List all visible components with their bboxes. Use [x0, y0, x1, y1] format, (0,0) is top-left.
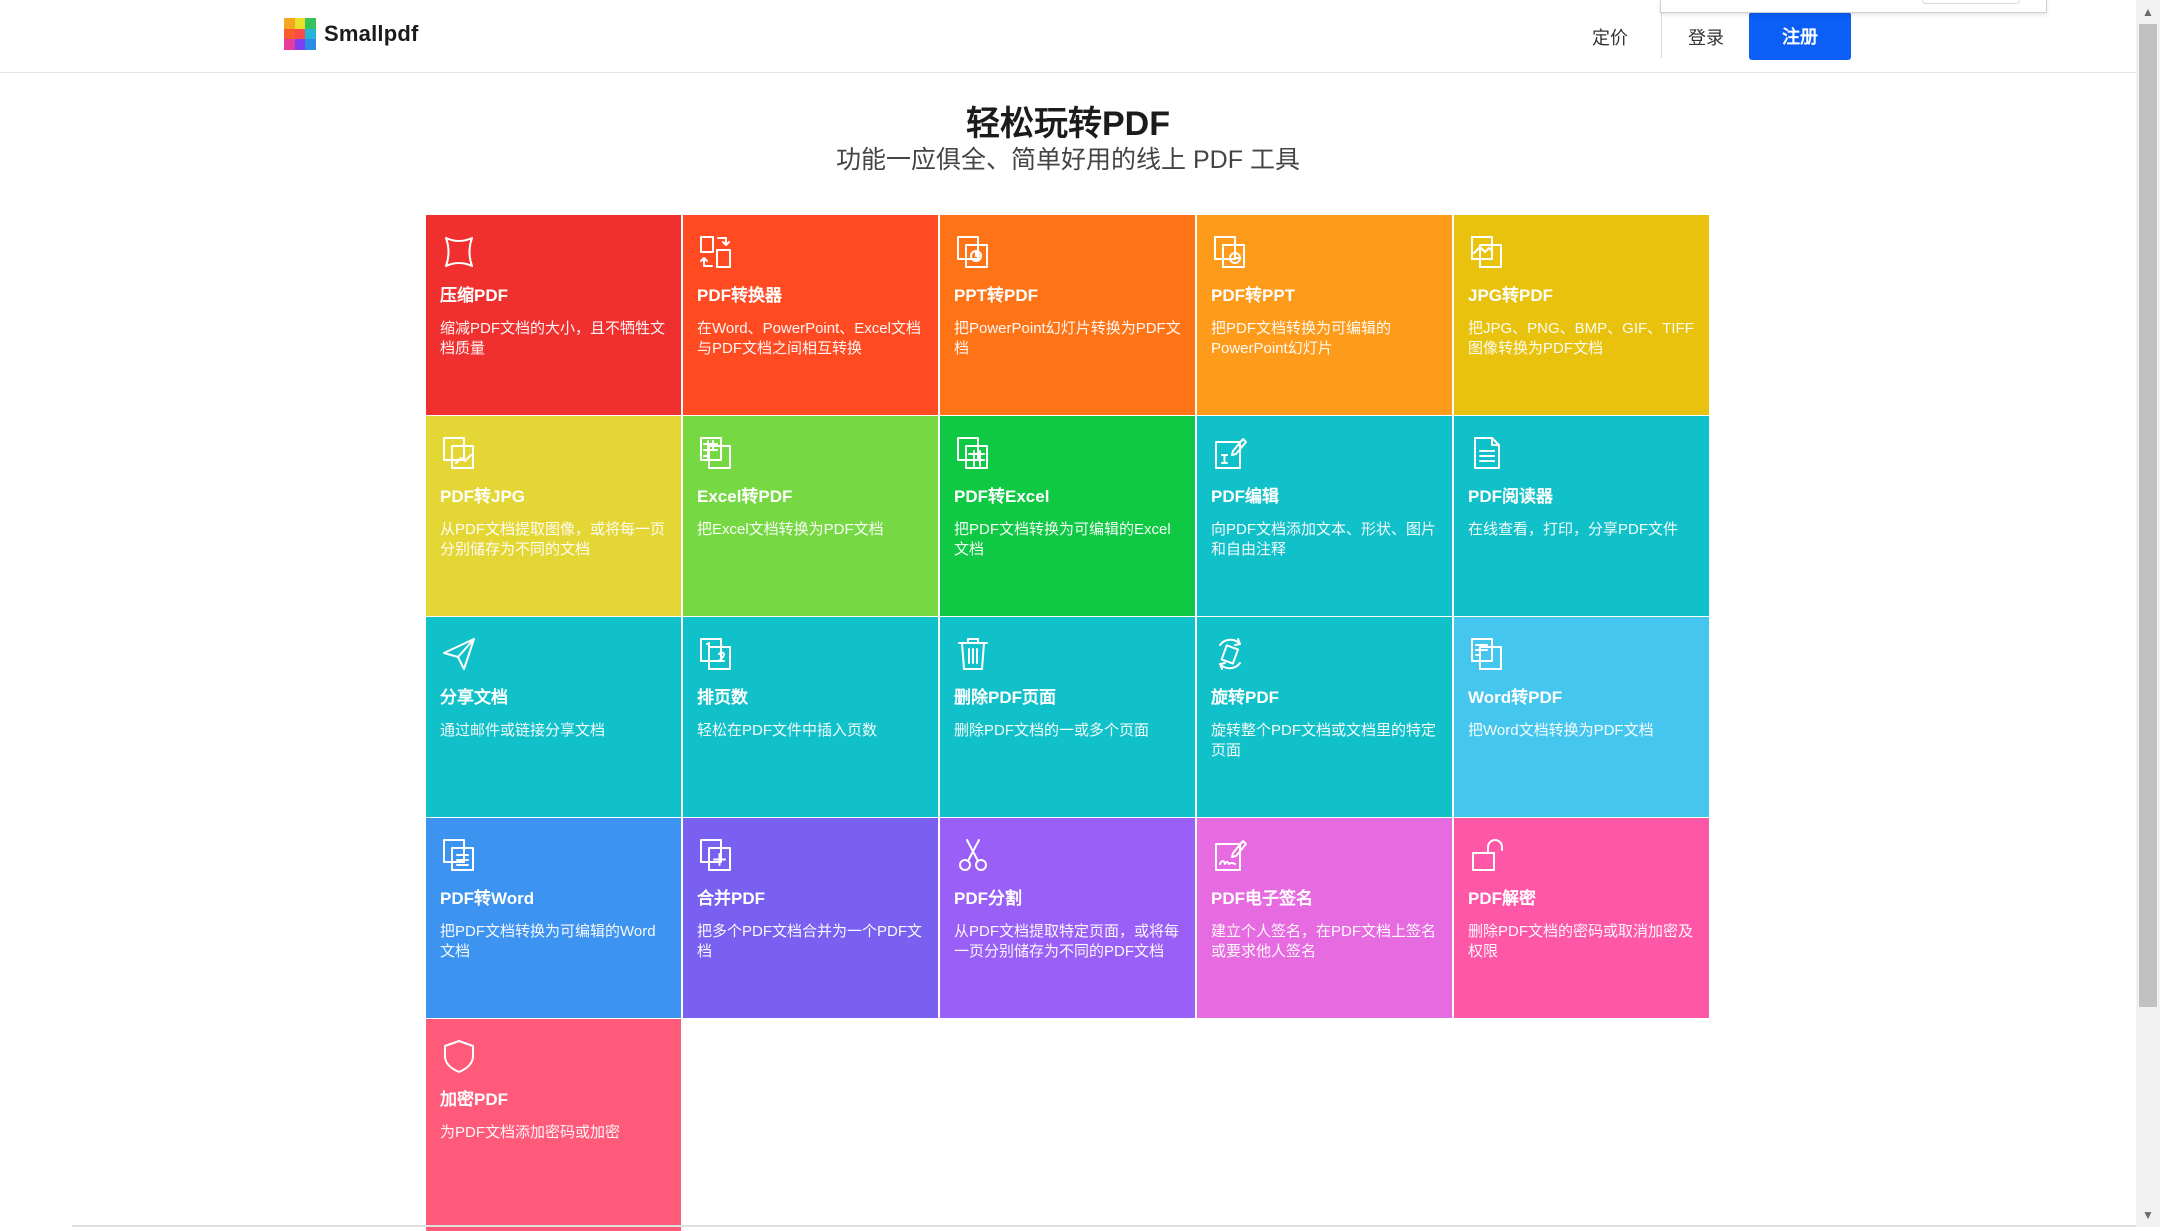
dropdown-popup-button[interactable] — [1922, 0, 2020, 4]
unlock-icon — [1468, 836, 1506, 874]
tool-tile[interactable]: PDF转Excel 把PDF文档转换为可编辑的Excel文档 — [940, 416, 1195, 616]
tool-title: 旋转PDF — [1211, 688, 1279, 707]
edit-pdf-icon — [1211, 434, 1249, 472]
tool-tile[interactable]: 删除PDF页面删除PDF文档的一或多个页面 — [940, 617, 1195, 817]
convert-icon — [697, 233, 735, 271]
tool-title: 排页数 — [697, 688, 748, 707]
tool-title: 合并PDF — [697, 889, 765, 908]
tool-description: 把PDF文档转换为可编辑的Excel文档 — [954, 521, 1171, 558]
scrollbar-thumb[interactable] — [2139, 24, 2157, 1007]
word-to-pdf-icon — [1468, 635, 1506, 673]
tool-description: 把PowerPoint幻灯片转换为PDF文档 — [954, 320, 1181, 357]
tool-title: PDF编辑 — [1211, 487, 1279, 506]
tool-tile[interactable]: 旋转PDF 旋转整个PDF文档或文档里的特定页面 — [1197, 617, 1452, 817]
tool-tile[interactable]: 分享文档通过邮件或链接分享文档 — [426, 617, 681, 817]
tool-tile[interactable]: PDF分割从PDF文档提取特定页面，或将每一页分别储存为不同的PDF文档 — [940, 818, 1195, 1018]
esign-icon — [1211, 836, 1249, 874]
tool-title: PDF转JPG — [440, 487, 526, 506]
pdf-to-ppt-icon — [1211, 233, 1249, 271]
tool-description: 把PDF文档转换为可编辑的PowerPoint幻灯片 — [1211, 320, 1392, 357]
share-icon — [440, 635, 478, 673]
tool-description: 为PDF文档添加密码或加密 — [440, 1124, 621, 1141]
pdf-to-jpg-icon — [440, 434, 478, 472]
tool-title: 加密PDF — [440, 1090, 508, 1109]
tool-description: 把Excel文档转换为PDF文档 — [697, 521, 884, 538]
vertical-scrollbar[interactable]: ▲ ▼ — [2136, 0, 2160, 1227]
tool-tile[interactable]: PDF解密删除PDF文档的密码或取消加密及权限 — [1454, 818, 1709, 1018]
nav-pricing-link[interactable]: 定价 — [1592, 24, 1628, 50]
page-title: 轻松玩转PDF — [966, 105, 1170, 143]
tool-title: PPT转PDF — [954, 286, 1039, 305]
tool-title: PDF电子签名 — [1211, 889, 1313, 908]
tool-description: 把多个PDF文档合并为一个PDF文档 — [697, 923, 923, 960]
nav-login-link[interactable]: 登录 — [1688, 24, 1724, 50]
tool-tile[interactable]: PPT转PDF 把PowerPoint幻灯片转换为PDF文档 — [940, 215, 1195, 415]
tool-title: 分享文档 — [440, 688, 508, 707]
tool-description: 轻松在PDF文件中插入页数 — [697, 722, 878, 739]
scissors-icon — [954, 836, 992, 874]
tool-tile[interactable]: 排页数轻松在PDF文件中插入页数 — [683, 617, 938, 817]
tool-description: 缩减PDF文档的大小，且不牺牲文档质量 — [440, 320, 666, 357]
tool-description: 把Word文档转换为PDF文档 — [1468, 722, 1654, 739]
tool-title: PDF阅读器 — [1468, 487, 1553, 506]
tool-title: 删除PDF页面 — [954, 688, 1056, 707]
tool-tile[interactable]: PDF编辑向PDF文档添加文本、形状、图片和自由注释 — [1197, 416, 1452, 616]
scroll-down-arrow-icon[interactable]: ▼ — [2136, 1203, 2160, 1227]
tool-description: 向PDF文档添加文本、形状、图片和自由注释 — [1211, 521, 1437, 558]
pdf-to-word-icon — [440, 836, 478, 874]
signup-button[interactable]: 注册 — [1749, 12, 1851, 60]
tool-title: Word转PDF — [1468, 688, 1563, 707]
tool-tile[interactable]: PDF转JPG 从PDF文档提取图像，或将每一页分别储存为不同的文档 — [426, 416, 681, 616]
tool-tile[interactable]: Excel转PDF 把Excel文档转换为PDF文档 — [683, 416, 938, 616]
tool-title: JPG转PDF — [1468, 286, 1554, 305]
pdf-to-excel-icon — [954, 434, 992, 472]
tool-description: 把JPG、PNG、BMP、GIF、TIFF图像转换为PDF文档 — [1468, 320, 1694, 357]
logo-mark-icon — [284, 18, 316, 50]
rotate-icon — [1211, 635, 1249, 673]
tool-tile[interactable]: PDF电子签名建立个人签名，在PDF文档上签名或要求他人签名 — [1197, 818, 1452, 1018]
excel-to-pdf-icon — [697, 434, 735, 472]
tool-tile[interactable]: PDF阅读器在线查看，打印，分享PDF文件 — [1454, 416, 1709, 616]
shield-icon — [440, 1037, 478, 1075]
trash-icon — [954, 635, 992, 673]
tool-tile[interactable]: PDF转换器在Word、PowerPoint、Excel文档与PDF文档之间相互… — [683, 215, 938, 415]
tool-description: 从PDF文档提取特定页面，或将每一页分别储存为不同的PDF文档 — [954, 923, 1180, 960]
brand-logo[interactable]: Smallpdf — [284, 18, 419, 50]
tool-title: PDF转Excel — [954, 487, 1050, 506]
tool-title: PDF转PPT — [1211, 286, 1296, 305]
tool-title: Excel转PDF — [697, 487, 793, 506]
tool-tile[interactable]: JPG转PDF 把JPG、PNG、BMP、GIF、TIFF图像转换为PDF文档 — [1454, 215, 1709, 415]
tool-description: 从PDF文档提取图像，或将每一页分别储存为不同的文档 — [440, 521, 666, 558]
tool-description: 旋转整个PDF文档或文档里的特定页面 — [1211, 722, 1437, 759]
page-subtitle: 功能一应俱全、简单好用的线上 PDF 工具 — [836, 146, 1300, 174]
jpg-to-pdf-icon — [1468, 233, 1506, 271]
tools-grid: 压缩PDF 缩减PDF文档的大小，且不牺牲文档质量 PDF转换器在Word、Powe… — [426, 215, 1709, 1231]
tool-title: PDF转Word — [440, 889, 535, 908]
tool-tile[interactable]: Word转PDF 把Word文档转换为PDF文档 — [1454, 617, 1709, 817]
compress-icon — [440, 233, 478, 271]
tool-tile[interactable]: 加密PDF 为PDF文档添加密码或加密 — [426, 1019, 681, 1231]
reader-icon — [1468, 434, 1506, 472]
ppt-to-pdf-icon — [954, 233, 992, 271]
tool-description: 把PDF文档转换为可编辑的Word文档 — [440, 923, 656, 960]
tool-description: 在线查看，打印，分享PDF文件 — [1468, 521, 1679, 538]
tool-title: PDF解密 — [1468, 889, 1536, 908]
tool-description: 删除PDF文档的一或多个页面 — [954, 722, 1150, 739]
tool-tile[interactable]: 合并PDF 把多个PDF文档合并为一个PDF文档 — [683, 818, 938, 1018]
merge-icon — [697, 836, 735, 874]
page-numbers-icon — [697, 635, 735, 673]
tool-title: PDF转换器 — [697, 286, 782, 305]
tool-description: 删除PDF文档的密码或取消加密及权限 — [1468, 923, 1694, 960]
tool-tile[interactable]: 压缩PDF 缩减PDF文档的大小，且不牺牲文档质量 — [426, 215, 681, 415]
scroll-up-arrow-icon[interactable]: ▲ — [2136, 0, 2160, 24]
tool-title: 压缩PDF — [440, 286, 508, 305]
brand-name: Smallpdf — [324, 21, 419, 46]
tool-tile[interactable]: PDF转PPT 把PDF文档转换为可编辑的PowerPoint幻灯片 — [1197, 215, 1452, 415]
tool-description: 建立个人签名，在PDF文档上签名或要求他人签名 — [1211, 923, 1437, 960]
tool-title: PDF分割 — [954, 889, 1022, 908]
tool-tile[interactable]: PDF转Word 把PDF文档转换为可编辑的Word文档 — [426, 818, 681, 1018]
nav-divider — [1661, 10, 1662, 58]
tool-description: 通过邮件或链接分享文档 — [440, 722, 606, 739]
tool-description: 在Word、PowerPoint、Excel文档与PDF文档之间相互转换 — [697, 320, 921, 357]
